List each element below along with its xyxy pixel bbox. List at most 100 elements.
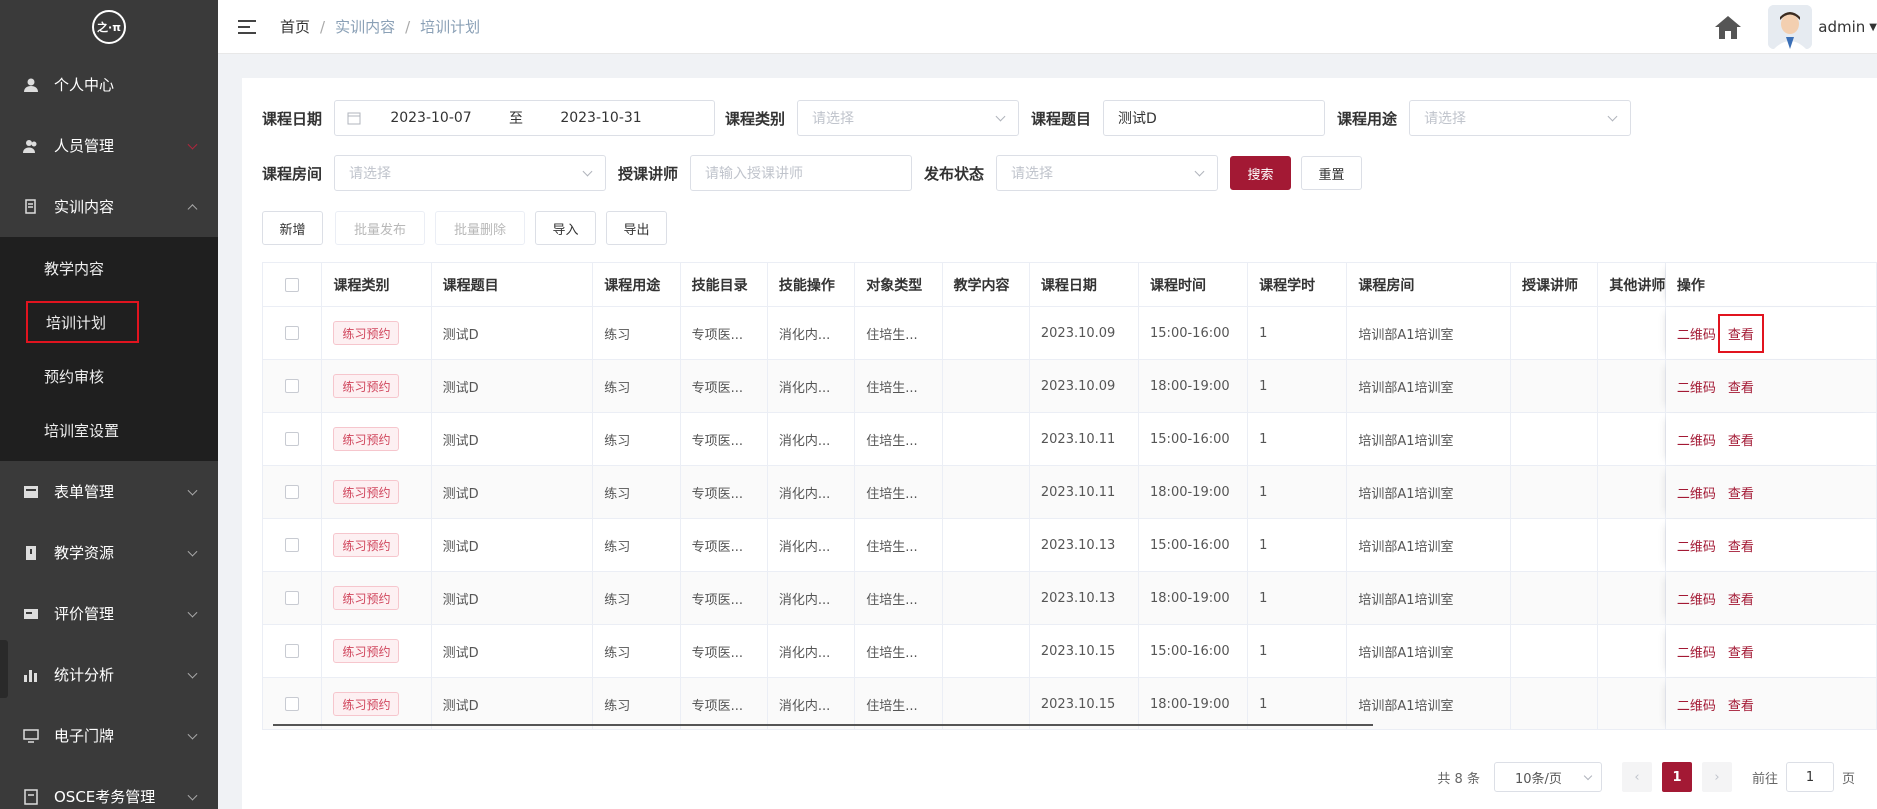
sidebar-item-teaching-resources[interactable]: 教学资源 [0,522,218,583]
goto-suffix: 页 [1841,771,1855,787]
total-count: 共 8 条 [1437,771,1480,787]
breadcrumb-home[interactable]: 首页 [280,16,310,37]
row-checkbox[interactable] [285,379,300,393]
sidebar-item-personnel[interactable]: 人员管理 [0,115,218,176]
row-checkbox[interactable] [285,697,300,711]
avatar[interactable] [1768,5,1813,49]
row-checkbox[interactable] [285,591,300,605]
target-cell: 住培生... [855,466,943,518]
view-link[interactable]: 查看 [1717,313,1764,353]
category-select[interactable]: 请选择 [797,100,1020,136]
breadcrumb-training-content[interactable]: 实训内容 [335,16,395,37]
chart-icon [22,666,40,684]
view-link[interactable]: 查看 [1728,430,1754,449]
row-checkbox[interactable] [285,326,300,340]
column-header: 技能目录 [681,263,768,306]
view-link[interactable]: 查看 [1728,695,1754,714]
view-link[interactable]: 查看 [1728,642,1754,661]
row-checkbox[interactable] [285,485,300,499]
usage-select[interactable]: 请选择 [1409,100,1632,136]
qrcode-link[interactable]: 二维码 [1677,695,1716,714]
view-link[interactable]: 查看 [1728,536,1754,555]
page-number-1[interactable]: 1 [1661,762,1692,792]
time-cell: 15:00-16:00 [1139,519,1249,571]
topic-cell: 测试D [432,466,594,518]
sidebar-subitem-room-settings[interactable]: 培训室设置 [0,403,218,457]
category-cell: 练习预约 [322,678,432,729]
home-icon[interactable] [1714,14,1742,40]
reset-button[interactable]: 重置 [1301,156,1363,190]
chevron-down-icon [995,111,1006,122]
search-button[interactable]: 搜索 [1230,156,1292,190]
operation-cell: 二维码 查看 [1666,413,1876,465]
top-header: 首页 / 实训内容 / 培训计划 admin ▼ [218,0,1877,54]
page-size-select[interactable]: 10条/页 [1493,762,1602,792]
qrcode-link[interactable]: 二维码 [1677,324,1716,343]
sidebar-item-training-content[interactable]: 实训内容 [0,176,218,237]
view-link[interactable]: 查看 [1728,589,1754,608]
chevron-down-icon [187,668,198,679]
table-row: 练习预约 测试D 练习 专项医... 消化内... 住培生... 2023.10.11 15:… [263,413,1876,466]
topic-cell: 测试D [432,572,594,624]
batch-publish-button[interactable]: 批量发布 [335,211,425,245]
batch-delete-button[interactable]: 批量删除 [435,211,525,245]
sidebar-item-label: 统计分析 [54,666,115,684]
row-checkbox[interactable] [285,644,300,658]
room-select[interactable]: 请选择 [334,155,607,191]
sidebar-subitem-booking-review[interactable]: 预约审核 [0,349,218,403]
content-cell [943,678,1030,729]
column-header: 其他讲师 [1598,263,1666,306]
username[interactable]: admin [1818,18,1865,36]
export-button[interactable]: 导出 [606,211,667,245]
column-header: 课程学时 [1248,263,1348,306]
date-range-picker[interactable]: 2023-10-07 至 2023-10-31 [334,100,716,136]
teacher-cell [1511,678,1599,729]
horizontal-scrollbar[interactable] [273,724,1373,726]
sidebar-item-e-doorplate[interactable]: 电子门牌 [0,705,218,766]
teacher-input[interactable]: 请输入授课讲师 [690,155,913,191]
room-cell: 培训部A1培训室 [1347,678,1511,729]
view-link[interactable]: 查看 [1728,377,1754,396]
sidebar-subitem-training-plan[interactable]: 培训计划 [26,301,139,343]
add-button[interactable]: 新增 [262,211,323,245]
sidebar-subitem-teaching-content[interactable]: 教学内容 [0,241,218,295]
prev-page-button[interactable]: ‹ [1621,762,1652,792]
skill-op-cell: 消化内... [768,466,856,518]
date-start[interactable]: 2023-10-07 [361,110,501,126]
menu-toggle-icon[interactable] [238,19,256,34]
sidebar-item-statistics[interactable]: 统计分析 [0,644,218,705]
qrcode-link[interactable]: 二维码 [1677,483,1716,502]
skill-dir-cell: 专项医... [681,678,768,729]
other-cell [1598,572,1666,624]
qrcode-link[interactable]: 二维码 [1677,642,1716,661]
topic-cell: 测试D [432,678,594,729]
date-end[interactable]: 2023-10-31 [531,110,671,126]
caret-down-icon[interactable]: ▼ [1869,22,1877,33]
qrcode-link[interactable]: 二维码 [1677,589,1716,608]
topic-input[interactable]: 测试D [1103,100,1326,136]
row-checkbox[interactable] [285,432,300,446]
select-all-checkbox[interactable] [285,277,300,292]
target-cell: 住培生... [855,678,943,729]
goto-page-input[interactable]: 1 [1785,762,1834,792]
time-cell: 18:00-19:00 [1139,466,1249,518]
sidebar-item-form-management[interactable]: 表单管理 [0,461,218,522]
next-page-button[interactable]: › [1701,762,1732,792]
chevron-down-icon [1583,771,1593,781]
topic-label: 课程题目 [1031,109,1092,128]
qrcode-link[interactable]: 二维码 [1677,377,1716,396]
category-label: 课程类别 [725,109,786,128]
sidebar-item-personal-center[interactable]: 个人中心 [0,54,218,115]
qrcode-link[interactable]: 二维码 [1677,430,1716,449]
time-cell: 15:00-16:00 [1139,413,1249,465]
status-select[interactable]: 请选择 [996,155,1219,191]
view-link[interactable]: 查看 [1728,483,1754,502]
import-button[interactable]: 导入 [535,211,596,245]
sidebar-item-evaluation[interactable]: 评价管理 [0,583,218,644]
qrcode-link[interactable]: 二维码 [1677,536,1716,555]
toolbar: 新增 批量发布 批量删除 导入 导出 [262,210,667,246]
sidebar-item-osce[interactable]: OSCE考务管理 [0,766,218,809]
chevron-down-icon [582,166,593,177]
room-cell: 培训部A1培训室 [1347,360,1511,412]
row-checkbox[interactable] [285,538,300,552]
